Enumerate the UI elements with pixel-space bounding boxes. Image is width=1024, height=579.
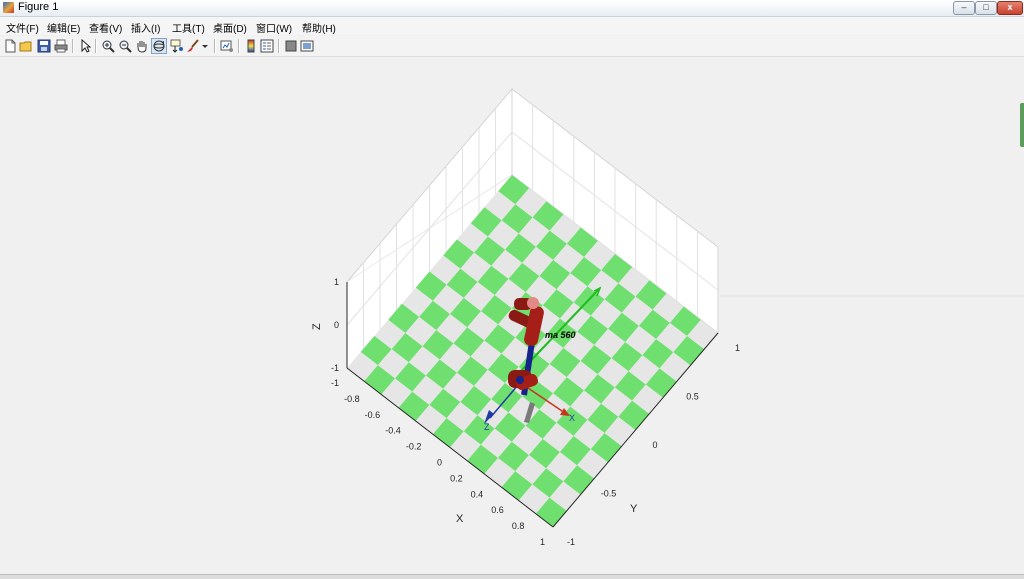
menu-file[interactable]: 文件(F) — [6, 20, 39, 35]
save-icon[interactable] — [37, 39, 51, 53]
menu-insert[interactable]: 插入(I) — [131, 20, 160, 35]
insert-colorbar-icon[interactable] — [244, 39, 258, 53]
z-axis-label: Z — [311, 323, 323, 330]
y-tick-label: 0.5 — [686, 392, 699, 402]
x-tick-label: 1 — [540, 537, 545, 547]
menu-edit[interactable]: 编辑(E) — [47, 20, 80, 35]
toolbar-separator — [95, 39, 97, 53]
open-file-icon[interactable] — [19, 39, 33, 53]
menu-tools[interactable]: 工具(T) — [172, 20, 205, 35]
toolbar-separator — [278, 39, 280, 53]
toolbar-separator — [238, 39, 240, 53]
axes-3d[interactable]: -1 -0.8 -0.6 -0.4 -0.2 0 0.2 0.4 0.6 0.8 1 1 0.5 0 -0… — [0, 57, 1024, 574]
title-bar: Figure 1 – □ x — [0, 0, 1024, 17]
x-tick-label: 0.8 — [512, 521, 525, 531]
new-figure-icon[interactable] — [3, 39, 17, 53]
menu-desktop[interactable]: 桌面(D) — [213, 20, 247, 35]
bottom-strip — [0, 574, 1024, 579]
x-tick-label: 0.4 — [471, 489, 484, 499]
brush-icon[interactable] — [186, 39, 200, 53]
restore-button[interactable]: □ — [975, 1, 997, 15]
figure-toolbar — [0, 36, 1024, 57]
figure-canvas[interactable]: -1 -0.8 -0.6 -0.4 -0.2 0 0.2 0.4 0.6 0.8 1 1 0.5 0 -0… — [0, 57, 1024, 574]
rotate-3d-icon[interactable] — [151, 38, 167, 54]
zoom-out-icon[interactable] — [118, 39, 132, 53]
link-plot-icon[interactable] — [220, 39, 234, 53]
toolbar-separator — [72, 39, 74, 53]
dock-panel-handle[interactable] — [1020, 103, 1024, 147]
z-tick-label: 1 — [334, 277, 339, 287]
x-tick-label: -0.4 — [385, 426, 401, 436]
menu-window[interactable]: 窗口(W) — [256, 20, 292, 35]
edit-plot-pointer-icon[interactable] — [78, 39, 92, 53]
matlab-app-icon — [3, 2, 14, 13]
y-tick-label: 0 — [652, 440, 657, 450]
x-axis-label: X — [456, 513, 464, 525]
x-tick-label: 0 — [437, 458, 442, 468]
menu-view[interactable]: 查看(V) — [89, 20, 122, 35]
window-title: Figure 1 — [18, 1, 59, 13]
robot-joint-marker — [516, 376, 524, 384]
close-button[interactable]: x — [997, 1, 1023, 15]
toolbar-separator — [214, 39, 216, 53]
zoom-in-icon[interactable] — [101, 39, 115, 53]
x-tick-label: -0.6 — [365, 410, 381, 420]
hide-plot-tools-icon[interactable] — [284, 39, 298, 53]
insert-legend-icon[interactable] — [260, 39, 274, 53]
x-tick-label: -0.2 — [406, 442, 422, 452]
print-icon[interactable] — [54, 39, 68, 53]
y-tick-label: 1 — [735, 343, 740, 353]
x-tick-label: -1 — [331, 378, 339, 388]
pan-hand-icon[interactable] — [135, 39, 149, 53]
x-tick-label: -0.8 — [344, 394, 360, 404]
x-frame-label: X — [569, 413, 575, 423]
show-plot-tools-icon[interactable] — [300, 39, 314, 53]
data-cursor-icon[interactable] — [170, 39, 184, 53]
x-tick-label: 0.2 — [450, 473, 463, 483]
robot-name-label: ma 560 — [545, 330, 576, 340]
x-tick-label: 0.6 — [491, 505, 504, 515]
y-tick-label: -1 — [567, 537, 575, 547]
menu-bar: 文件(F) 编辑(E) 查看(V) 插入(I) 工具(T) 桌面(D) 窗口(W… — [0, 17, 1024, 35]
minimize-button[interactable]: – — [953, 1, 975, 15]
menu-help[interactable]: 帮助(H) — [302, 20, 336, 35]
z-tick-label: 0 — [334, 320, 339, 330]
z-frame-label: Z — [484, 422, 490, 432]
y-axis-label: Y — [630, 503, 638, 515]
robot-end-effector — [527, 297, 539, 309]
brush-dropdown-icon[interactable] — [201, 39, 209, 53]
z-tick-labels: 1 0 -1 — [331, 277, 339, 373]
z-tick-label: -1 — [331, 363, 339, 373]
y-tick-label: -0.5 — [601, 489, 617, 499]
